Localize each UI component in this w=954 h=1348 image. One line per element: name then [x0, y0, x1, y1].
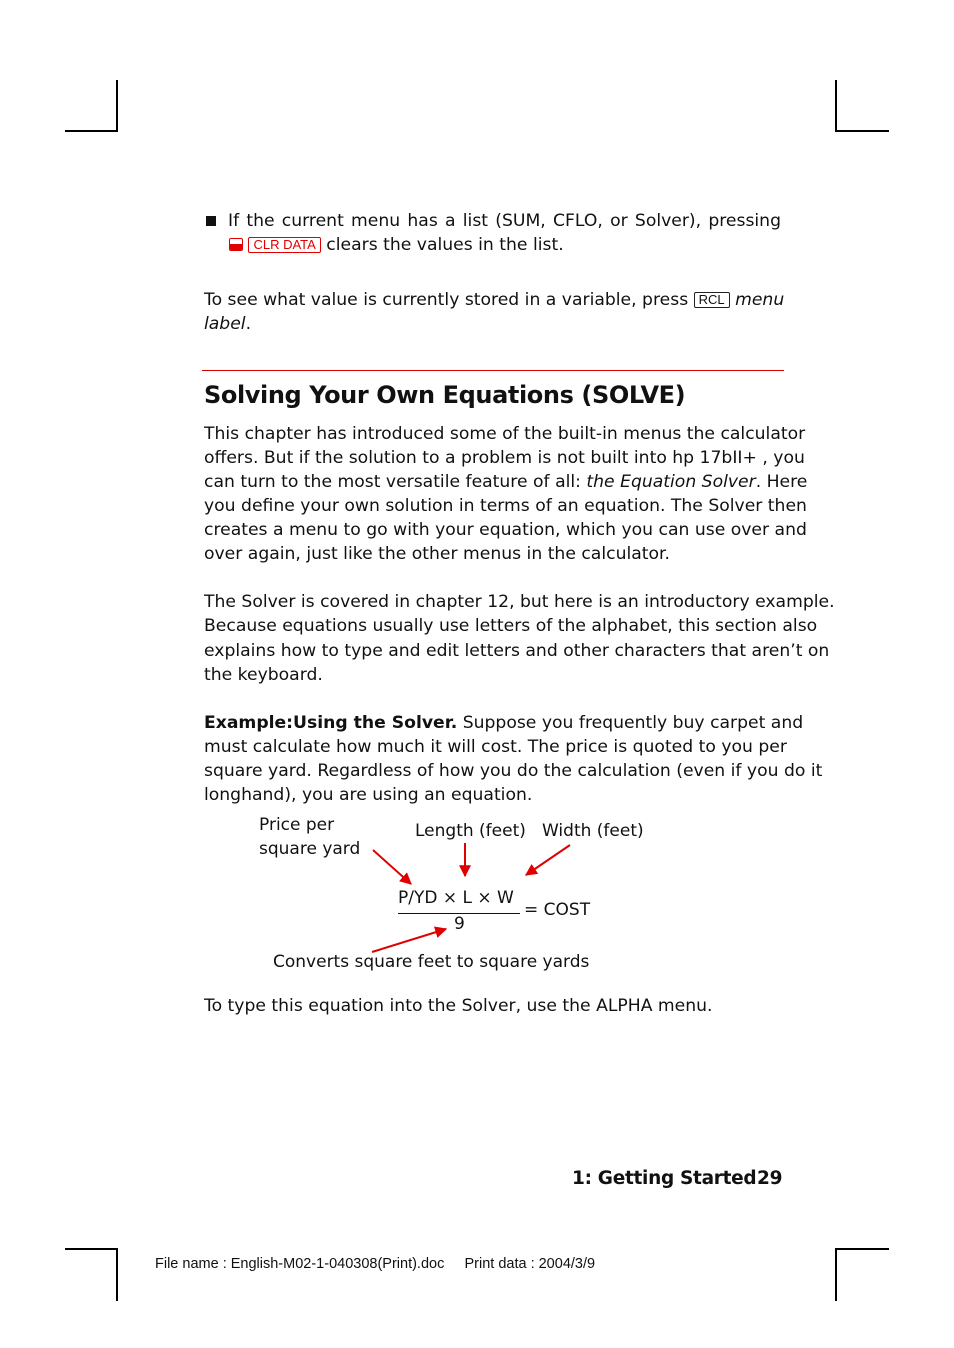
solver-line-3: explains how to type and edit letters an…: [204, 641, 830, 661]
crop-mark-bottom-right-v: [835, 1248, 837, 1301]
arrow-price: [372, 849, 412, 885]
solver-line-1: The Solver is covered in chapter 12, but…: [204, 592, 835, 612]
rcl-para-line-2: label.: [204, 312, 781, 336]
crop-mark-bottom-left-h: [65, 1248, 118, 1250]
crop-mark-top-left-v: [116, 80, 118, 132]
label-length: Length (feet): [415, 821, 526, 841]
rcl-para-period: .: [245, 314, 252, 334]
clr-data-key: CLR DATA: [248, 237, 321, 253]
intro-line-3-post: . Here: [755, 472, 808, 492]
equation-denominator: 9: [454, 914, 465, 934]
bullet-square-icon: [206, 216, 216, 226]
intro-line-1: This chapter has introduced some of the …: [204, 424, 806, 444]
example-line-1-rest: Suppose you frequently buy carpet and: [462, 713, 804, 733]
crop-mark-bottom-left-v: [116, 1248, 118, 1301]
crop-mark-top-right-v: [835, 80, 837, 132]
page-number: 29: [757, 1168, 783, 1189]
intro-line-5: creates a menu to go with your equation,…: [204, 520, 807, 540]
equation-rhs: = COST: [524, 900, 591, 920]
example-bold-lead: Example:Using the Solver.: [204, 713, 458, 733]
label-price-per: Price per: [259, 815, 335, 835]
crop-mark-top-right-h: [835, 130, 889, 132]
intro-line-3: can turn to the most versatile feature o…: [204, 470, 807, 494]
bullet-line-2-text: clears the values in the list.: [326, 235, 564, 255]
bullet-line-2: CLR DATA clears the values in the list.: [229, 233, 806, 257]
example-line-2: must calculate how much it will cost. Th…: [204, 737, 787, 757]
shift-key-icon: [229, 238, 243, 251]
rcl-para-label-italic: label: [204, 314, 246, 334]
label-width: Width (feet): [542, 821, 644, 841]
intro-line-3-pre: can turn to the most versatile feature o…: [204, 472, 581, 492]
intro-line-2: offers. But if the solution to a problem…: [204, 448, 805, 468]
bullet-line-1: If the current menu has a list (SUM, CFL…: [228, 211, 781, 231]
section-title: Solving Your Own Equations (SOLVE): [204, 381, 686, 409]
solver-line-2: Because equations usually use letters of…: [204, 616, 818, 636]
arrow-converts: [371, 926, 448, 953]
rcl-para-text: To see what value is currently stored in…: [204, 290, 689, 310]
solver-line-4: the keyboard.: [204, 665, 323, 685]
section-divider: [202, 370, 784, 371]
chapter-footer: 1: Getting Started: [572, 1168, 757, 1189]
example-line-3: square yard. Regardless of how you do th…: [204, 761, 823, 781]
crop-mark-top-left-h: [65, 130, 118, 132]
rcl-key: RCL: [693, 292, 730, 308]
example-line-1: Example:Using the Solver. Suppose you fr…: [204, 711, 803, 735]
arrow-width: [525, 844, 571, 876]
label-converts: Converts square feet to square yards: [273, 952, 590, 972]
crop-mark-bottom-right-h: [835, 1248, 889, 1250]
example-line-4: longhand), you are using an equation.: [204, 785, 533, 805]
closing-paragraph: To type this equation into the Solver, u…: [204, 996, 713, 1016]
equation-numerator: P/YD × L × W: [398, 888, 514, 908]
intro-line-4: you define your own solution in terms of…: [204, 496, 807, 516]
rcl-para-line-1: To see what value is currently stored in…: [204, 288, 785, 312]
intro-line-6: over again, just like the other menus in…: [204, 544, 670, 564]
label-square-yard: square yard: [259, 839, 361, 859]
file-info: File name : English-M02-1-040308(Print).…: [155, 1256, 596, 1272]
rcl-para-italic: menu: [735, 290, 785, 310]
intro-equation-solver-italic: the Equation Solver: [586, 472, 756, 492]
